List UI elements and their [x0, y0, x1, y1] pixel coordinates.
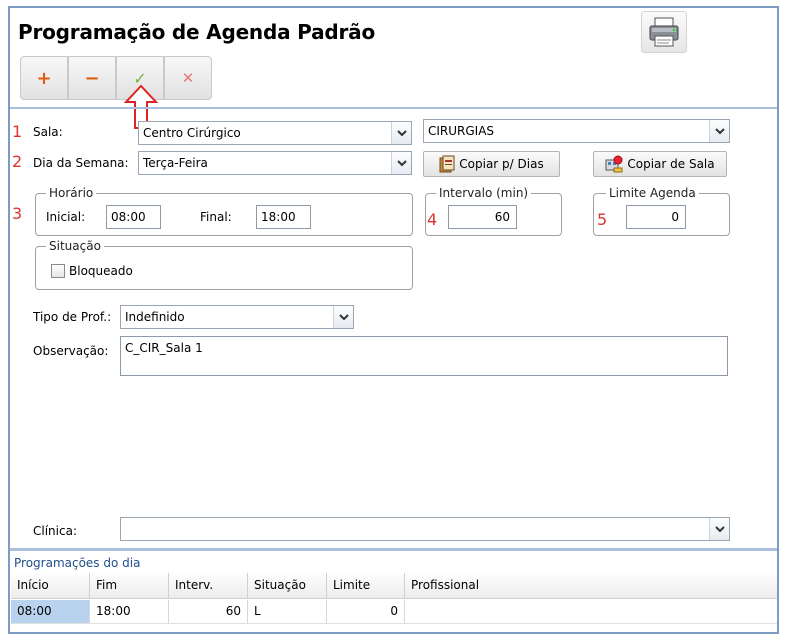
grid-separator [10, 548, 777, 551]
limite-input[interactable]: 0 [626, 205, 686, 229]
intervalo-input[interactable]: 60 [448, 205, 517, 229]
remove-button[interactable]: − [68, 56, 116, 100]
header-separator [10, 107, 777, 109]
chevron-down-icon[interactable] [709, 518, 729, 540]
copiar-sala-label: Copiar de Sala [627, 157, 715, 171]
sala-combo[interactable]: Centro Cirúrgico [138, 121, 412, 145]
table-cell-fim[interactable]: 18:00 [90, 600, 169, 624]
sala-value: Centro Cirúrgico [143, 126, 241, 140]
intervalo-legend: Intervalo (min) [436, 186, 532, 200]
annotation-number-1: 1 [12, 122, 23, 141]
tipo-prof-value: Indefinido [125, 310, 185, 324]
table-cell-interv[interactable]: 60 [169, 600, 248, 624]
copiar-dias-button[interactable]: Copiar p/ Dias [423, 151, 560, 177]
annotation-number-2: 2 [12, 152, 23, 171]
tipo-prof-label: Tipo de Prof.: [33, 310, 112, 324]
situacao-legend: Situação [46, 239, 104, 253]
bloqueado-checkbox[interactable] [51, 264, 65, 278]
grid-title: Programações do dia [14, 556, 141, 570]
table-cell-inicio[interactable]: 08:00 [11, 600, 90, 624]
horario-legend: Horário [46, 186, 97, 200]
bloqueado-label: Bloqueado [69, 264, 133, 278]
dia-semana-label: Dia da Semana: [33, 156, 129, 170]
dia-semana-combo[interactable]: Terça-Feira [138, 151, 412, 175]
sala-group-combo[interactable]: CIRURGIAS [423, 119, 730, 143]
table-cell-situacao[interactable]: L [248, 600, 327, 624]
copiar-sala-button[interactable]: Copiar de Sala [593, 151, 727, 177]
chevron-down-icon[interactable] [709, 120, 729, 142]
copy-room-icon [605, 155, 623, 173]
copiar-dias-label: Copiar p/ Dias [459, 157, 544, 171]
column-header-inicio[interactable]: Início [11, 573, 90, 599]
print-button[interactable] [641, 11, 687, 53]
add-button[interactable]: + [20, 56, 68, 100]
tipo-prof-combo[interactable]: Indefinido [120, 305, 354, 329]
table-cell-profissional[interactable] [405, 600, 777, 624]
inicial-label: Inicial: [46, 210, 86, 224]
inicial-input[interactable]: 08:00 [106, 205, 161, 229]
annotation-number-3: 3 [12, 204, 23, 223]
column-header-limite[interactable]: Limite [327, 573, 405, 599]
table-cell-limite[interactable]: 0 [327, 600, 405, 624]
column-header-fim[interactable]: Fim [90, 573, 169, 599]
copy-days-icon [439, 155, 455, 173]
final-label: Final: [200, 210, 232, 224]
page-title: Programação de Agenda Padrão [18, 20, 375, 44]
sala-group-value: CIRURGIAS [428, 124, 495, 138]
printer-icon [649, 17, 679, 47]
chevron-down-icon[interactable] [391, 122, 411, 144]
column-header-profissional[interactable]: Profissional [405, 573, 777, 599]
chevron-down-icon[interactable] [333, 306, 353, 328]
clinica-combo[interactable] [120, 517, 730, 541]
chevron-down-icon[interactable] [391, 152, 411, 174]
clinica-label: Clínica: [33, 524, 77, 538]
column-header-interv[interactable]: Interv. [169, 573, 248, 599]
cancel-button[interactable]: ✕ [164, 56, 212, 100]
sala-label: Sala: [33, 125, 63, 139]
observacao-label: Observação: [33, 344, 109, 358]
column-header-situacao[interactable]: Situação [248, 573, 327, 599]
observacao-textarea[interactable]: C_CIR_Sala 1 [120, 336, 728, 376]
dia-semana-value: Terça-Feira [143, 156, 208, 170]
window-frame: Programação de Agenda Padrão + − ✓ ✕ 1 S… [8, 6, 779, 634]
programacoes-grid: Início Fim Interv. Situação Limite Profi… [11, 573, 777, 630]
final-input[interactable]: 18:00 [256, 205, 311, 229]
limite-legend: Limite Agenda [606, 186, 699, 200]
